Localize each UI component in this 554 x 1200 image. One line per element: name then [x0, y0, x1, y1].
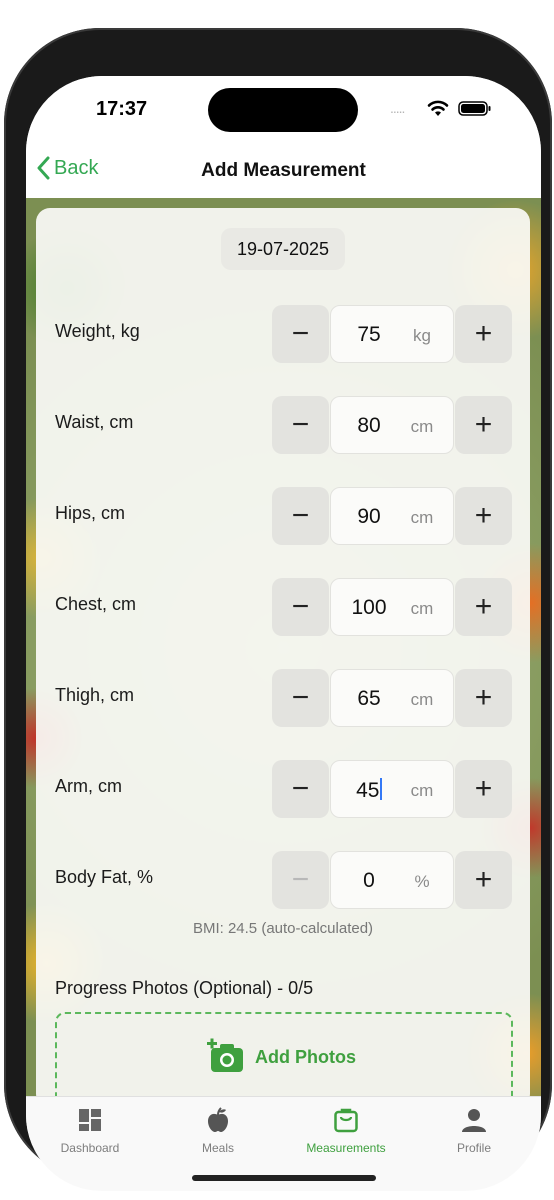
measurement-row-thigh: Thigh, cm − 65 cm + — [36, 669, 530, 727]
decrement-button[interactable]: − — [272, 487, 329, 545]
measurement-row-arm: Arm, cm − 45 cm + — [36, 760, 530, 818]
dynamic-island — [208, 88, 358, 132]
nav-bar: Back Add Measurement — [26, 142, 541, 198]
tab-profile[interactable]: Profile — [410, 1107, 538, 1155]
decrement-button[interactable]: − — [272, 578, 329, 636]
value-text: 80 — [357, 414, 381, 437]
tab-label: Meals — [201, 1141, 234, 1155]
unit-text: cm — [410, 781, 434, 800]
unit-text: % — [414, 872, 430, 891]
measurement-form-card: 19-07-2025 Weight, kg − 75 kg + Waist, c… — [36, 208, 530, 1112]
body-fat-input[interactable]: 0 % — [330, 851, 454, 909]
apple-icon — [208, 1107, 228, 1132]
increment-button[interactable]: + — [455, 669, 512, 727]
measurement-row-body-fat: Body Fat, % − 0 % + — [36, 851, 530, 909]
date-picker[interactable]: 19-07-2025 — [221, 228, 345, 270]
increment-button[interactable]: + — [455, 305, 512, 363]
screen: 17:37 ..... Back Add Measurement 19-07-2… — [26, 76, 541, 1191]
bmi-note: BMI: 24.5 (auto-calculated) — [192, 920, 374, 937]
hips-input[interactable]: 90 cm — [330, 487, 454, 545]
row-label: Weight, kg — [55, 321, 140, 341]
arm-input[interactable]: 45 cm — [330, 760, 454, 818]
row-label: Hips, cm — [55, 503, 126, 523]
add-camera-icon — [207, 1038, 243, 1072]
unit-text: cm — [410, 417, 434, 436]
tab-measurements[interactable]: Measurements — [282, 1107, 410, 1155]
bag-icon — [334, 1108, 358, 1133]
unit-text: cm — [410, 508, 434, 527]
row-label: Arm, cm — [55, 776, 122, 796]
tab-label: Dashboard — [60, 1141, 120, 1155]
value-text: 100 — [351, 596, 387, 619]
status-time: 17:37 — [96, 98, 148, 120]
progress-photos-label: Progress Photos (Optional) - 0/5 — [55, 978, 314, 998]
tab-dashboard[interactable]: Dashboard — [26, 1107, 154, 1155]
person-icon — [462, 1109, 486, 1132]
phone-frame: 17:37 ..... Back Add Measurement 19-07-2… — [4, 28, 552, 1191]
waist-stepper: − 80 cm + — [272, 396, 512, 454]
decrement-button[interactable]: − — [272, 760, 329, 818]
increment-button[interactable]: + — [455, 851, 512, 909]
value-text: 75 — [357, 323, 381, 346]
page-title: Add Measurement — [201, 160, 366, 181]
thigh-stepper: − 65 cm + — [272, 669, 512, 727]
measurement-row-weight: Weight, kg − 75 kg + — [36, 305, 530, 363]
measurement-row-hips: Hips, cm − 90 cm + — [36, 487, 530, 545]
increment-button[interactable]: + — [455, 396, 512, 454]
unit-text: kg — [413, 326, 431, 345]
thigh-input[interactable]: 65 cm — [330, 669, 454, 727]
tab-meals[interactable]: Meals — [154, 1107, 282, 1155]
chest-stepper: − 100 cm + — [272, 578, 512, 636]
wifi-icon — [427, 100, 449, 116]
chest-input[interactable]: 100 cm — [330, 578, 454, 636]
weight-stepper: − 75 kg + — [272, 305, 512, 363]
decrement-button[interactable]: − — [272, 851, 329, 909]
value-text: 45 — [331, 778, 407, 803]
tab-bar: Dashboard Meals Measurements Profile — [26, 1096, 541, 1191]
value-text: 90 — [357, 505, 381, 528]
value-digits: 45 — [356, 779, 380, 802]
decrement-button[interactable]: − — [272, 396, 329, 454]
text-cursor — [380, 778, 382, 800]
add-photos-content: Add Photos — [207, 1038, 356, 1076]
decrement-button[interactable]: − — [272, 669, 329, 727]
row-label: Waist, cm — [55, 412, 134, 432]
decrement-button[interactable]: − — [272, 305, 329, 363]
dashboard-icon — [79, 1109, 101, 1131]
unit-text: cm — [410, 690, 434, 709]
unit-text: cm — [410, 599, 434, 618]
row-label: Thigh, cm — [55, 685, 135, 705]
value-text: 65 — [357, 687, 381, 710]
status-bar: 17:37 ..... — [26, 76, 541, 142]
tab-label: Profile — [456, 1141, 491, 1155]
hips-stepper: − 90 cm + — [272, 487, 512, 545]
signal-icon: ..... — [390, 100, 405, 116]
increment-button[interactable]: + — [455, 760, 512, 818]
row-label: Chest, cm — [55, 594, 137, 614]
measurement-row-chest: Chest, cm − 100 cm + — [36, 578, 530, 636]
waist-input[interactable]: 80 cm — [330, 396, 454, 454]
increment-button[interactable]: + — [455, 487, 512, 545]
value-text: 0 — [363, 869, 375, 892]
home-indicator[interactable] — [192, 1175, 376, 1181]
body-fat-stepper: − 0 % + — [272, 851, 512, 909]
weight-input[interactable]: 75 kg — [330, 305, 454, 363]
add-photos-label: Add Photos — [255, 1046, 356, 1067]
tab-label: Measurements — [306, 1141, 386, 1155]
arm-stepper: − 45 cm + — [272, 760, 512, 818]
battery-icon — [458, 101, 491, 116]
row-label: Body Fat, % — [55, 867, 154, 887]
increment-button[interactable]: + — [455, 578, 512, 636]
measurement-row-waist: Waist, cm − 80 cm + — [36, 396, 530, 454]
